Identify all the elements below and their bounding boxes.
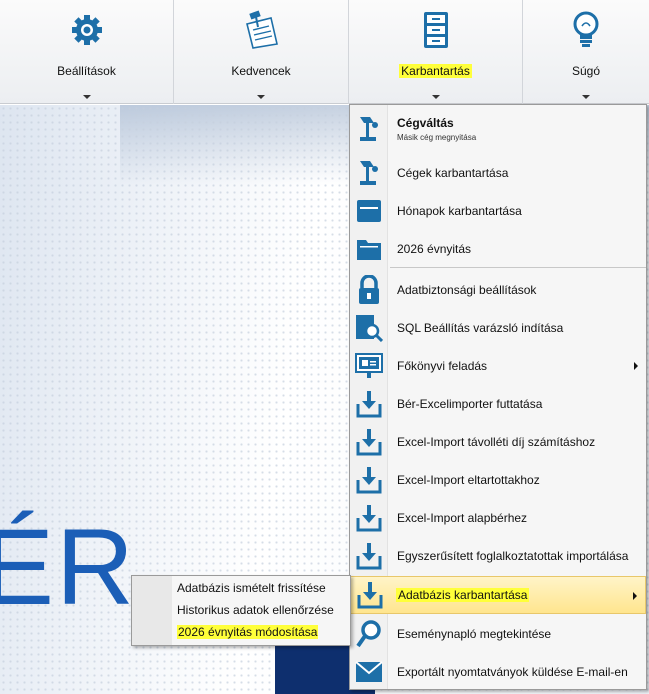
menu-item-label: Hónapok karbantartása [397, 204, 522, 218]
lightbulb-icon [566, 10, 606, 50]
maintenance-dropdown-menu: Cégváltás Másik cég megnyitása Cégek karb… [349, 104, 647, 690]
menu-item-subtitle: Másik cég megnyitása [397, 133, 477, 142]
submenu-item-label: Adatbázis ismételt frissítése [177, 581, 326, 595]
menu-item-email-forms[interactable]: Exportált nyomtatványok küldése E-mail-e… [350, 653, 646, 691]
menu-item-event-log[interactable]: Eseménynapló megtekintése [350, 615, 646, 653]
submenu-item-label: 2026 évnyitás módosítása [177, 625, 319, 639]
menu-item-label: Excel-Import alapbérhez [397, 511, 528, 525]
menu-item-excel-import-dependents[interactable]: Excel-Import eltartottakhoz [350, 461, 646, 499]
submenu-arrow-icon [634, 362, 638, 370]
menu-item-label: SQL Beállítás varázsló indítása [397, 321, 564, 335]
archive-box-icon [350, 192, 388, 230]
search-document-icon [350, 309, 388, 347]
toolbar-label-settings: Beállítások [57, 64, 116, 78]
menu-item-label: 2026 évnyitás [397, 242, 472, 256]
menu-item-months-maintenance[interactable]: Hónapok karbantartása [350, 192, 646, 230]
import-tray-icon [350, 461, 388, 499]
menu-item-label: Bér-Excelimporter futtatása [397, 397, 543, 411]
toolbar-label-maintenance: Karbantartás [399, 64, 472, 78]
menu-item-company-switch[interactable]: Cégváltás Másik cég megnyitása [350, 109, 646, 149]
pinned-note-icon [241, 10, 281, 50]
menu-separator [390, 267, 646, 268]
dropdown-arrow-icon [82, 95, 91, 99]
dropdown-arrow-icon [257, 95, 265, 99]
menu-item-label: Excel-Import távolléti díj számításhoz [397, 435, 596, 449]
submenu-item-historical-check[interactable]: Historikus adatok ellenőrzése [177, 600, 334, 620]
menu-item-label: Főkönyvi feladás [397, 359, 488, 373]
toolbar-button-settings[interactable]: Beállítások [0, 0, 174, 104]
toolbar-button-maintenance[interactable]: Karbantartás [349, 0, 523, 104]
menu-item-excel-import-base-salary[interactable]: Excel-Import alapbérhez [350, 499, 646, 537]
padlock-icon [350, 271, 388, 309]
menu-item-label: Exportált nyomtatványok küldése E-mail-e… [397, 665, 628, 679]
import-tray-icon [350, 537, 388, 575]
dropdown-arrow-icon [431, 95, 440, 99]
toolbar-button-help[interactable]: Súgó [523, 0, 649, 104]
folder-icon [350, 230, 388, 268]
menu-item-sql-wizard[interactable]: SQL Beállítás varázsló indítása [350, 309, 646, 347]
menu-item-ledger-posting[interactable]: Főkönyvi feladás [350, 347, 646, 385]
magnifier-icon [350, 615, 388, 653]
menu-item-year-opening[interactable]: 2026 évnyitás [350, 230, 646, 268]
import-tray-icon [350, 423, 388, 461]
desk-lamp-icon [350, 110, 388, 148]
toolbar-button-favorites[interactable]: Kedvencek [174, 0, 349, 104]
gear-icon [67, 10, 107, 50]
submenu-arrow-icon [633, 592, 637, 600]
presentation-board-icon [350, 347, 388, 385]
brand-logo-text: ÉR [0, 506, 137, 627]
menu-item-label: Egyszerűsített foglalkoztatottak importá… [397, 549, 629, 563]
toolbar-label-help: Súgó [571, 64, 601, 78]
menu-item-label: Adatbiztonsági beállítások [397, 283, 537, 297]
submenu-item-year-opening-modify[interactable]: 2026 évnyitás módosítása [177, 622, 319, 642]
dropdown-arrow-icon [582, 95, 590, 99]
submenu-item-label: Historikus adatok ellenőrzése [177, 603, 334, 617]
submenu-gutter [132, 576, 172, 645]
import-tray-icon [350, 385, 388, 423]
import-tray-icon [350, 499, 388, 537]
desk-lamp-icon [350, 154, 388, 192]
menu-item-label: Eseménynapló megtekintése [397, 627, 552, 641]
menu-item-database-maintenance[interactable]: Adatbázis karbantartása [350, 576, 646, 614]
envelope-icon [350, 653, 388, 691]
import-tray-icon [351, 576, 389, 614]
menu-item-label: Cégek karbantartása [397, 166, 509, 180]
submenu-item-database-refresh[interactable]: Adatbázis ismételt frissítése [177, 578, 326, 598]
database-maintenance-submenu: Adatbázis ismételt frissítése Historikus… [131, 575, 351, 646]
menu-item-label: Cégváltás [397, 116, 454, 130]
toolbar-label-favorites: Kedvencek [231, 64, 291, 78]
menu-item-companies-maintenance[interactable]: Cégek karbantartása [350, 154, 646, 192]
ribbon-toolbar: Beállítások Kedvencek Karbantartás Súgó [0, 0, 649, 104]
menu-item-excel-import-absence[interactable]: Excel-Import távolléti díj számításhoz [350, 423, 646, 461]
menu-item-label: Adatbázis karbantartása [396, 588, 530, 602]
menu-item-data-security[interactable]: Adatbiztonsági beállítások [350, 271, 646, 309]
file-cabinet-icon [416, 10, 456, 50]
menu-item-label: Excel-Import eltartottakhoz [397, 473, 540, 487]
menu-item-excel-importer[interactable]: Bér-Excelimporter futtatása [350, 385, 646, 423]
menu-item-simplified-employees-import[interactable]: Egyszerűsített foglalkoztatottak importá… [350, 537, 646, 575]
